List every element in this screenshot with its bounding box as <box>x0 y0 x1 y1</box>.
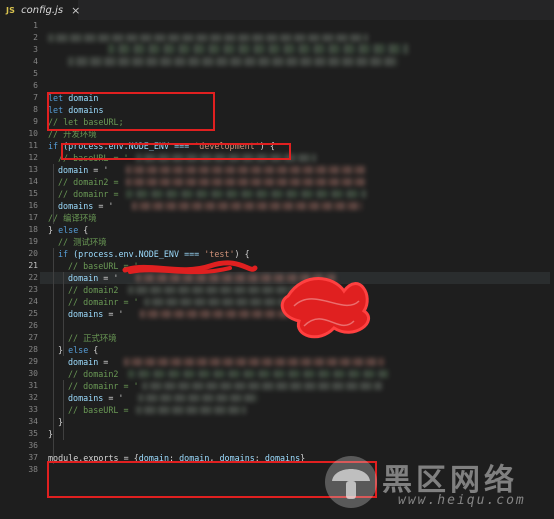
annotation-box <box>61 143 291 160</box>
tab-title: config.js <box>21 4 64 16</box>
code-line: domain = ' <box>58 165 109 175</box>
line-number: 25 <box>28 309 38 318</box>
redacted-block <box>142 382 382 390</box>
code-line: } else { <box>48 225 89 235</box>
code-line: } <box>58 417 64 427</box>
indent-guide <box>53 248 54 464</box>
line-number: 8 <box>33 105 38 114</box>
line-number: 28 <box>28 345 38 354</box>
line-number: 2 <box>33 33 38 42</box>
code-line: // 正式环境 <box>68 333 117 343</box>
line-number: 9 <box>33 117 38 126</box>
indent-guide <box>63 380 64 440</box>
code-line: // domainr = ' <box>68 381 139 391</box>
line-number: 35 <box>28 429 38 438</box>
code-line: // domain2 <box>68 369 119 379</box>
redacted-block <box>126 178 366 186</box>
line-number: 10 <box>28 129 38 138</box>
redacted-block <box>126 166 366 174</box>
red-scribble-redaction <box>280 277 371 339</box>
line-number: 36 <box>28 441 38 450</box>
line-number: 17 <box>28 213 38 222</box>
line-number: 6 <box>33 81 38 90</box>
line-number: 38 <box>28 465 38 474</box>
line-number: 19 <box>28 237 38 246</box>
line-number: 33 <box>28 405 38 414</box>
code-line: // baseURL = <box>68 405 134 415</box>
line-number: 34 <box>28 417 38 426</box>
redacted-block <box>126 190 366 198</box>
code-line: if (process.env.NODE_ENV === 'test') { <box>58 249 250 259</box>
watermark-url: www.heiqu.com <box>398 493 526 508</box>
redacted-block <box>136 406 246 414</box>
line-number: 27 <box>28 333 38 342</box>
line-number: 23 <box>28 285 38 294</box>
annotation-box <box>47 92 215 131</box>
code-line: } <box>48 429 54 439</box>
code-line: // domainr = ' <box>68 297 139 307</box>
code-line: domains = ' <box>68 309 124 319</box>
line-number: 1 <box>33 21 38 30</box>
code-editor[interactable]: 1 2 3 4 5 6 7 8 9 10 11 12 13 14 15 16 17 18 19 20 21 22 23 24 2… <box>0 20 554 519</box>
redacted-block <box>108 44 408 54</box>
line-number: 20 <box>28 249 38 258</box>
line-number: 3 <box>33 45 38 54</box>
tab-bar: JS config.js × <box>0 0 554 20</box>
line-number: 12 <box>28 153 38 162</box>
code-line: domain = ' <box>68 273 119 283</box>
code-line: // 测试环境 <box>58 237 107 247</box>
line-number: 31 <box>28 381 38 390</box>
line-number: 32 <box>28 393 38 402</box>
tab-config-js[interactable]: JS config.js × <box>0 0 80 20</box>
line-number: 13 <box>28 165 38 174</box>
line-number: 15 <box>28 189 38 198</box>
line-number: 30 <box>28 369 38 378</box>
redacted-block <box>124 358 384 366</box>
red-scribble-redaction <box>122 260 258 275</box>
close-tab-icon[interactable]: × <box>71 4 80 17</box>
code-line: domain = <box>68 357 114 367</box>
code-line: // domainr = <box>58 189 124 199</box>
line-number: 18 <box>28 225 38 234</box>
code-line: } else { <box>58 345 99 355</box>
editor-window: JS config.js × 1 2 3 4 5 6 7 8 9 10 11 12 13 14 15 16 17… <box>0 0 554 519</box>
line-number: 22 <box>28 273 38 282</box>
code-line: // domain2 <box>68 285 119 295</box>
code-line: domains = ' <box>68 393 124 403</box>
line-number: 14 <box>28 177 38 186</box>
code-line: // domain2 = <box>58 177 124 187</box>
line-number-gutter: 1 2 3 4 5 6 7 8 9 10 11 12 13 14 15 16 17 18 19 20 21 22 23 24 2… <box>0 20 40 519</box>
mushroom-logo-icon <box>325 456 377 508</box>
code-line: domains = ' <box>58 201 114 211</box>
line-number: 29 <box>28 357 38 366</box>
line-number: 24 <box>28 297 38 306</box>
line-number: 7 <box>33 93 38 102</box>
line-number: 4 <box>33 57 38 66</box>
redacted-block <box>48 34 368 42</box>
line-number: 11 <box>28 141 38 150</box>
line-number: 37 <box>28 453 38 462</box>
redacted-block <box>68 57 398 66</box>
line-number: 5 <box>33 69 38 78</box>
redacted-block <box>128 370 388 378</box>
redacted-block <box>132 202 362 210</box>
line-number: 21 <box>28 261 38 270</box>
line-number: 26 <box>28 321 38 330</box>
watermark: 黑区网络 www.heiqu.com <box>322 453 552 517</box>
redacted-block <box>138 394 258 402</box>
code-line: // 编译环境 <box>48 213 97 223</box>
javascript-file-icon: JS <box>6 5 16 15</box>
line-number: 16 <box>28 201 38 210</box>
